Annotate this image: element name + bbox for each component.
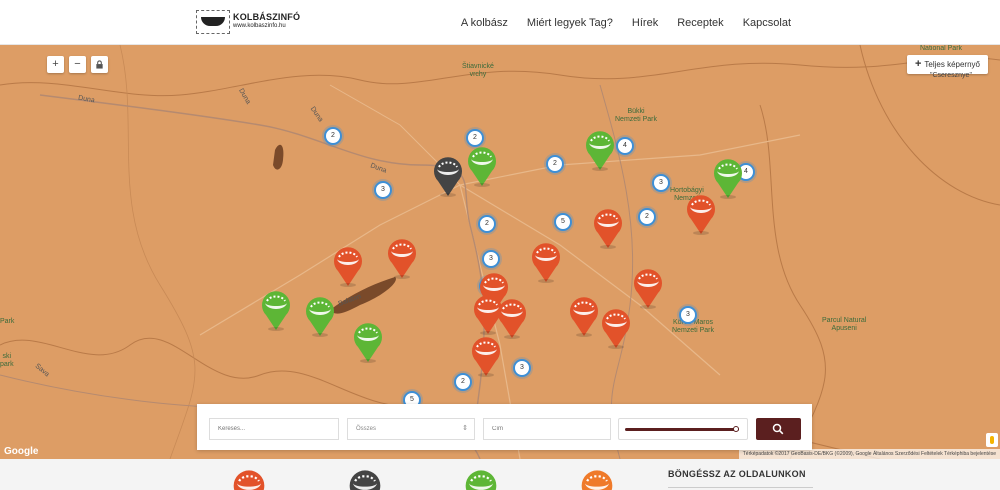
top-navbar: KOLBÁSZINFÓ www.kolbaszinfo.hu A kolbász… xyxy=(0,0,1000,45)
browse-title: BÖNGÉSSZ AZ OLDALUNKON xyxy=(668,469,806,479)
distance-slider[interactable] xyxy=(618,418,748,440)
map-search-bar: Összes ⇕ xyxy=(197,404,812,450)
cluster-marker[interactable]: 3 xyxy=(652,174,670,192)
slider-handle[interactable] xyxy=(733,426,739,432)
red-sausage-pin-icon[interactable] xyxy=(683,193,719,235)
map-label-park-left2: Park xyxy=(0,318,15,325)
lock-button[interactable] xyxy=(91,56,108,73)
nav-hirek[interactable]: Hírek xyxy=(632,17,658,29)
green-sausage-pin-icon[interactable] xyxy=(464,145,500,187)
red-sausage-pin-icon[interactable] xyxy=(494,297,530,339)
slider-track xyxy=(625,428,739,431)
plus-icon: + xyxy=(914,58,922,70)
search-button[interactable] xyxy=(756,418,801,440)
address-input[interactable] xyxy=(483,418,611,440)
map-label-stiavnicke: Štiavnické vrchy xyxy=(462,63,494,78)
sausage-logo-icon xyxy=(196,10,230,34)
green-sausage-pin-icon[interactable] xyxy=(582,129,618,171)
logo-url: www.kolbaszinfo.hu xyxy=(233,23,286,29)
map-label-bukki: Bükki Nemzeti Park xyxy=(615,108,658,123)
map-label-national-park: National Park xyxy=(920,45,963,52)
red-sausage-pin-icon[interactable] xyxy=(590,207,626,249)
map-base-layer xyxy=(0,45,1000,459)
cluster-marker[interactable]: 3 xyxy=(482,250,500,268)
category-red-sausage-icon[interactable] xyxy=(229,468,269,490)
cluster-marker[interactable]: 2 xyxy=(546,155,564,173)
map-label-apuseni: Parcul Natural Apuseni xyxy=(822,317,867,332)
cluster-marker[interactable]: 2 xyxy=(478,215,496,233)
map-attribution[interactable]: Térképadatok ©2017 GeoBasis-DE/BKG (©200… xyxy=(738,449,1000,459)
red-sausage-pin-icon[interactable] xyxy=(468,335,504,377)
red-sausage-pin-icon[interactable] xyxy=(384,237,420,279)
street-view-pegman-icon[interactable] xyxy=(986,433,998,447)
zoom-in-button[interactable]: + xyxy=(47,56,64,73)
cluster-marker[interactable]: 5 xyxy=(554,213,572,231)
category-green-sausage-icon[interactable] xyxy=(461,468,501,490)
red-sausage-pin-icon[interactable] xyxy=(330,245,366,287)
category-strip: BÖNGÉSSZ AZ OLDALUNKON xyxy=(0,459,1000,490)
category-red-sausage-icon[interactable] xyxy=(577,468,617,490)
select-arrows-icon: ⇕ xyxy=(462,425,468,432)
green-sausage-pin-icon[interactable] xyxy=(302,295,338,337)
red-sausage-pin-icon[interactable] xyxy=(566,295,602,337)
cluster-marker[interactable]: 3 xyxy=(374,181,392,199)
red-sausage-pin-icon[interactable] xyxy=(598,307,634,349)
cluster-marker[interactable]: 4 xyxy=(616,137,634,155)
main-nav: A kolbász Miért legyek Tag? Hírek Recept… xyxy=(442,0,791,45)
nav-a-kolbasz[interactable]: A kolbász xyxy=(461,17,508,29)
nav-receptek[interactable]: Receptek xyxy=(677,17,723,29)
google-logo: Google xyxy=(4,446,39,457)
green-sausage-pin-icon[interactable] xyxy=(350,321,386,363)
browse-divider xyxy=(668,487,813,488)
map-label-park-left: ski park xyxy=(0,353,14,368)
green-sausage-pin-icon[interactable] xyxy=(258,289,294,331)
lock-icon xyxy=(96,60,103,69)
zoom-out-button[interactable]: − xyxy=(69,56,86,73)
cluster-marker[interactable]: 2 xyxy=(638,208,656,226)
nav-miert-legyek-tag[interactable]: Miért legyek Tag? xyxy=(527,17,613,29)
cluster-marker[interactable]: 2 xyxy=(324,127,342,145)
red-sausage-pin-icon[interactable] xyxy=(630,267,666,309)
site-logo[interactable]: KOLBÁSZINFÓ www.kolbaszinfo.hu xyxy=(196,10,300,34)
category-black-sausage-icon[interactable] xyxy=(345,468,385,490)
nav-kapcsolat[interactable]: Kapcsolat xyxy=(743,17,791,29)
map-canvas[interactable]: + − + Teljes képernyő National Park "Cser… xyxy=(0,45,1000,459)
black-sausage-pin-icon[interactable] xyxy=(430,155,466,197)
category-select[interactable]: Összes ⇕ xyxy=(347,418,475,440)
cluster-marker[interactable]: 3 xyxy=(513,359,531,377)
cluster-marker[interactable]: 3 xyxy=(679,306,697,324)
red-sausage-pin-icon[interactable] xyxy=(528,241,564,283)
search-icon xyxy=(772,423,784,435)
logo-title: KOLBÁSZINFÓ xyxy=(233,12,301,22)
keyword-search-input[interactable] xyxy=(209,418,339,440)
map-label-cseresznye: "Cseresznye" xyxy=(930,72,972,79)
